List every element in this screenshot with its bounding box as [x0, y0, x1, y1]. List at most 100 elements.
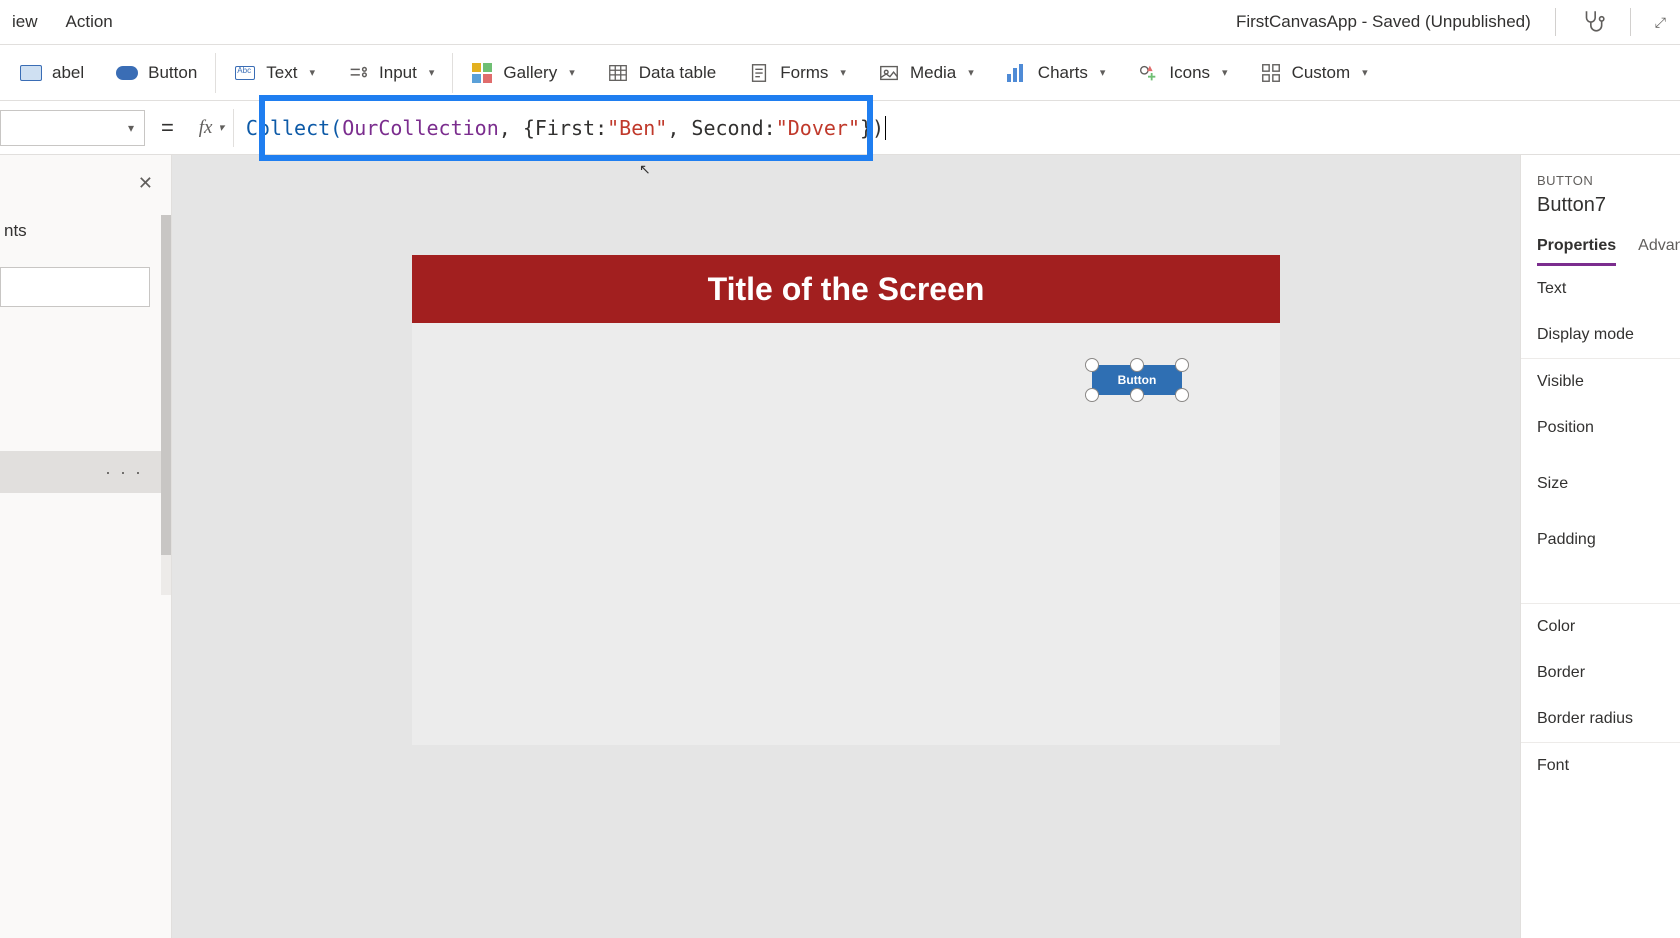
- forms-icon: [748, 62, 770, 84]
- app-checker-icon[interactable]: [1580, 8, 1606, 37]
- chevron-down-icon: ▾: [309, 66, 315, 79]
- datatable-icon: [607, 62, 629, 84]
- label-icon: [20, 62, 42, 84]
- insert-ribbon: abel Button Text ▾ Input ▾ Gallery ▾ Dat…: [0, 45, 1680, 101]
- chevron-down-icon: ▾: [1100, 66, 1106, 79]
- insert-charts[interactable]: Charts ▾: [990, 53, 1122, 93]
- separator: [1630, 8, 1631, 36]
- insert-button[interactable]: Button: [100, 53, 213, 93]
- more-icon[interactable]: · · ·: [105, 462, 143, 483]
- tree-search-input[interactable]: [0, 267, 150, 307]
- formula-token-plain: , {First:: [499, 116, 607, 140]
- close-icon[interactable]: ✕: [138, 173, 153, 194]
- insert-gallery[interactable]: Gallery ▾: [455, 53, 590, 93]
- scrollbar-thumb[interactable]: [161, 215, 171, 555]
- canvas-area[interactable]: ↖ Title of the Screen Button: [172, 155, 1520, 938]
- insert-custom[interactable]: Custom ▾: [1244, 53, 1384, 93]
- properties-tabs: Properties Advan: [1537, 237, 1680, 266]
- resize-handle[interactable]: [1175, 358, 1189, 372]
- app-screen[interactable]: Title of the Screen Button: [412, 255, 1280, 745]
- prop-row-size[interactable]: Size: [1537, 461, 1680, 507]
- insert-button-text: Button: [148, 63, 197, 83]
- insert-forms-label: Forms: [780, 63, 828, 83]
- prop-row-color[interactable]: Color: [1537, 604, 1680, 650]
- insert-input-label: Input: [379, 63, 417, 83]
- canvas-button-text: Button: [1118, 373, 1157, 387]
- canvas-button-selected[interactable]: Button: [1092, 365, 1182, 395]
- workspace: ✕ nts · · · ↖ Title of the Screen Button: [0, 155, 1680, 938]
- chevron-down-icon: ▾: [968, 66, 974, 79]
- prop-row-text[interactable]: Text: [1537, 266, 1680, 312]
- tree-view-panel: ✕ nts · · ·: [0, 155, 172, 938]
- formula-bar: ▾ = fx ▾ Collect(OurCollection, {First: …: [0, 101, 1680, 155]
- formula-token-plain: , Second:: [667, 116, 775, 140]
- media-icon: [878, 62, 900, 84]
- formula-token-paren: (: [330, 116, 342, 140]
- tab-properties[interactable]: Properties: [1537, 237, 1616, 266]
- chevron-down-icon: ▾: [1362, 66, 1368, 79]
- resize-handle[interactable]: [1130, 358, 1144, 372]
- prop-row-displaymode[interactable]: Display mode: [1537, 312, 1680, 358]
- insert-input[interactable]: Input ▾: [331, 53, 450, 93]
- app-title: FirstCanvasApp - Saved (Unpublished): [1236, 12, 1531, 32]
- resize-handle[interactable]: [1085, 358, 1099, 372]
- prop-row-visible[interactable]: Visible: [1537, 359, 1680, 405]
- formula-input[interactable]: Collect(OurCollection, {First: "Ben", Se…: [234, 109, 1680, 147]
- tree-item-selected[interactable]: · · ·: [0, 451, 171, 493]
- insert-label-text: abel: [52, 63, 84, 83]
- formula-token-identifier: OurCollection: [342, 116, 499, 140]
- resize-handle[interactable]: [1085, 388, 1099, 402]
- equals-label: =: [145, 115, 190, 141]
- chevron-down-icon: ▾: [1222, 66, 1228, 79]
- tree-list: · · ·: [0, 367, 171, 493]
- prop-row-borderradius[interactable]: Border radius: [1537, 696, 1680, 742]
- chevron-down-icon: ▾: [840, 66, 846, 79]
- menu-tabs-right: FirstCanvasApp - Saved (Unpublished) ⤢: [1236, 8, 1672, 37]
- chevron-down-icon: ▾: [218, 121, 224, 134]
- insert-text[interactable]: Text ▾: [218, 53, 331, 93]
- charts-icon: [1006, 62, 1028, 84]
- formula-token-plain: }): [860, 116, 884, 140]
- control-type-label: BUTTON: [1537, 173, 1680, 188]
- prop-row-position[interactable]: Position: [1537, 405, 1680, 451]
- text-icon: [234, 62, 256, 84]
- insert-icons[interactable]: Icons ▾: [1121, 53, 1243, 93]
- tree-item[interactable]: [0, 409, 171, 451]
- insert-gallery-label: Gallery: [503, 63, 557, 83]
- resize-handle[interactable]: [1130, 388, 1144, 402]
- tree-tab-components[interactable]: nts: [0, 213, 171, 251]
- prop-row-border[interactable]: Border: [1537, 650, 1680, 696]
- properties-panel: BUTTON Button7 Properties Advan Text Dis…: [1520, 155, 1680, 938]
- icons-icon: [1137, 62, 1159, 84]
- insert-forms[interactable]: Forms ▾: [732, 53, 862, 93]
- insert-icons-label: Icons: [1169, 63, 1210, 83]
- tree-item[interactable]: [0, 367, 171, 409]
- chevron-down-icon: ▾: [429, 66, 435, 79]
- separator: [1555, 8, 1556, 36]
- formula-token-string: "Ben": [607, 116, 667, 140]
- formula-token-function: Collect: [246, 116, 330, 140]
- insert-media[interactable]: Media ▾: [862, 53, 990, 93]
- control-name-label[interactable]: Button7: [1537, 194, 1680, 217]
- insert-charts-label: Charts: [1038, 63, 1088, 83]
- tab-view[interactable]: iew: [12, 12, 38, 32]
- chevron-down-icon: ▾: [128, 121, 134, 135]
- prop-row-padding[interactable]: Padding: [1537, 517, 1680, 563]
- insert-text-label: Text: [266, 63, 297, 83]
- formula-token-string: "Dover": [776, 116, 860, 140]
- prop-row-font[interactable]: Font: [1537, 743, 1680, 775]
- tab-advanced[interactable]: Advan: [1638, 237, 1680, 266]
- property-selector[interactable]: ▾: [0, 110, 145, 146]
- resize-handle[interactable]: [1175, 388, 1189, 402]
- gallery-icon: [471, 62, 493, 84]
- mouse-cursor-icon: ↖: [639, 161, 651, 178]
- insert-datatable-label: Data table: [639, 63, 717, 83]
- fx-button[interactable]: fx ▾: [190, 109, 234, 147]
- ribbon-separator: [215, 53, 216, 93]
- tab-action[interactable]: Action: [66, 12, 113, 32]
- insert-label[interactable]: abel: [4, 53, 100, 93]
- chevron-down-icon: ▾: [569, 66, 575, 79]
- expand-icon[interactable]: ⤢: [1655, 14, 1666, 31]
- ribbon-separator: [452, 53, 453, 93]
- insert-datatable[interactable]: Data table: [591, 53, 733, 93]
